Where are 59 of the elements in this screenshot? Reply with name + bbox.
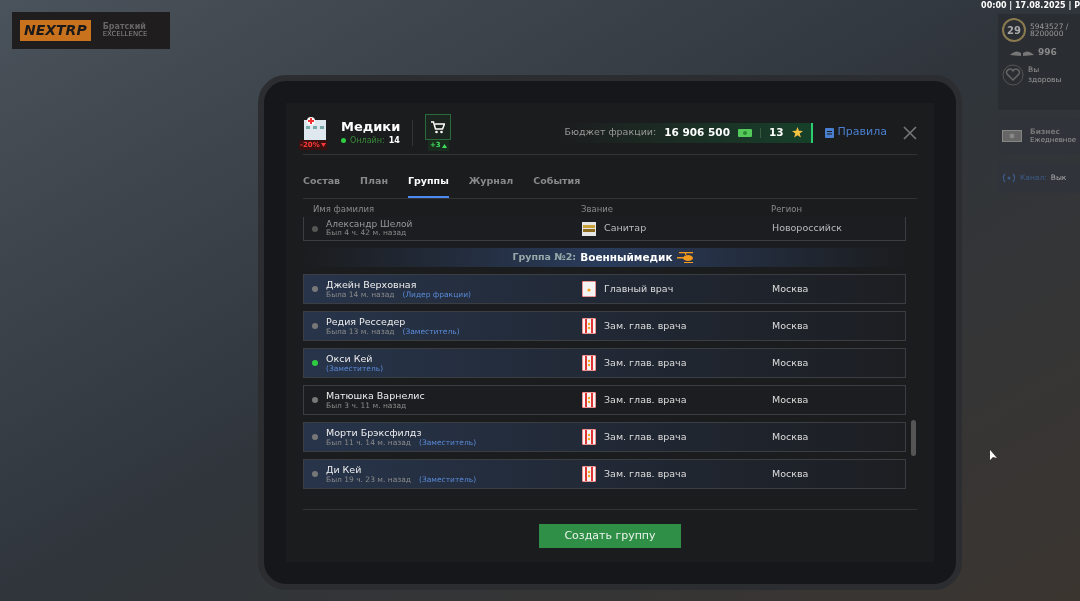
online-label: Онлайн: [350, 135, 385, 146]
region-text: Москва [772, 392, 809, 407]
budget-value: 16 906 500 [664, 124, 730, 140]
rank-text: Зам. глав. врача [604, 392, 687, 407]
cart-icon [431, 120, 446, 134]
budget-label: Бюджет фракции: [564, 125, 657, 140]
member-name: Морти Брэксфилдз [326, 428, 423, 438]
shop-button[interactable] [425, 114, 452, 141]
close-button[interactable] [903, 125, 917, 140]
wings-icon [1010, 48, 1034, 57]
tab[interactable]: Журнал [468, 173, 514, 198]
member-name: Матюшка Варнелис [326, 391, 425, 401]
member-name: Ди Кей [326, 465, 363, 475]
rank-text: Главный врач [604, 281, 674, 296]
rank-text: Санитар [604, 221, 647, 236]
clipboard-icon [824, 127, 834, 138]
star-icon [791, 127, 803, 138]
region-text: Москва [772, 281, 809, 296]
cursor-icon [990, 450, 998, 462]
rules-link[interactable]: Правила [824, 124, 887, 141]
up-arrow-icon [441, 143, 447, 148]
column-header: Имя фамилия [312, 203, 376, 216]
hospital-icon [303, 115, 327, 140]
tab[interactable]: События [533, 173, 581, 198]
broadcast-icon [1002, 173, 1016, 183]
tab[interactable]: Группы [407, 173, 449, 198]
column-header: Звание [581, 203, 614, 216]
member-name: Александр Шелой [326, 220, 413, 230]
clock-text: 00:00 | 17.08.2025 | Р [981, 0, 1080, 12]
faction-name: Медики [341, 119, 401, 136]
rank-text: Зам. глав. врача [604, 429, 687, 444]
group-label: Группа №2: [512, 250, 577, 265]
member-name: Окси Кей [326, 354, 374, 364]
scrollbar-thumb[interactable] [911, 420, 916, 456]
online-count: 14 [388, 135, 400, 146]
tab[interactable]: Состав [303, 173, 341, 198]
region-text: Москва [772, 429, 809, 444]
region-text: Москва [772, 466, 809, 481]
rank-text: Зам. глав. врача [604, 466, 687, 481]
rank-text: Зам. глав. врача [604, 355, 687, 370]
wings-count: 996 [1038, 46, 1057, 59]
logo-text: NEXTRP [20, 20, 91, 41]
stars-count: 13 [768, 124, 784, 140]
close-icon [903, 125, 917, 140]
banknote-icon [737, 127, 752, 138]
region-text: Новороссийск [772, 221, 842, 236]
group-name: Военныймедик [580, 249, 673, 265]
member-name: Редия Ресседер [326, 317, 407, 327]
create-group-button[interactable]: Создать группу [539, 524, 681, 548]
member-name: Джейн Верховная [326, 280, 418, 290]
rank-text: Зам. глав. врача [604, 318, 687, 333]
tab[interactable]: План [360, 173, 388, 198]
server-name: Братский [102, 23, 146, 31]
level-ring: 29 [1002, 18, 1026, 42]
down-arrow-icon [320, 142, 326, 147]
banknote-icon [1002, 130, 1022, 142]
region-text: Москва [772, 318, 809, 333]
column-header: Регион [771, 203, 803, 216]
region-text: Москва [772, 355, 809, 370]
